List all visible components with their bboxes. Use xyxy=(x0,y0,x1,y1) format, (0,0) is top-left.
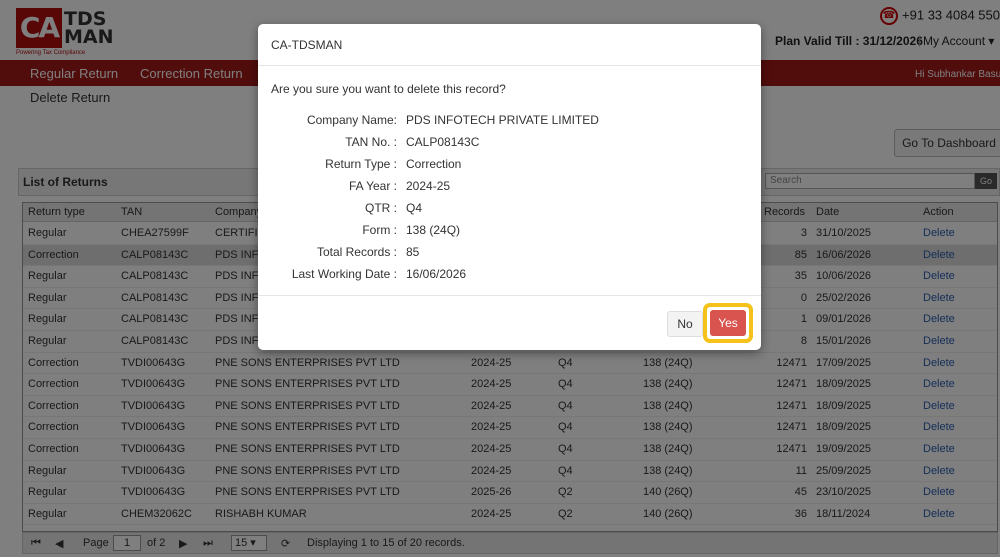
detail-value: 85 xyxy=(406,245,420,259)
dialog-title: CA-TDSMAN xyxy=(271,38,343,52)
no-button[interactable]: No xyxy=(667,311,703,337)
detail-row: FA Year : 2024-25 xyxy=(258,179,761,197)
yes-button[interactable]: Yes xyxy=(710,310,746,336)
detail-value: 16/06/2026 xyxy=(406,267,467,281)
detail-value: Q4 xyxy=(406,201,423,215)
detail-label: Last Working Date : xyxy=(291,267,397,281)
yes-button-highlight: Yes xyxy=(703,303,753,343)
detail-row: Return Type : Correction xyxy=(258,157,761,175)
detail-value: CALP08143C xyxy=(406,135,480,149)
detail-value: Correction xyxy=(406,157,462,171)
detail-value: 2024-25 xyxy=(406,179,451,193)
detail-row: QTR : Q4 xyxy=(258,201,761,219)
detail-label: Form : xyxy=(362,223,397,237)
detail-row: Total Records : 85 xyxy=(258,245,761,263)
delete-confirm-dialog: CA-TDSMAN Are you sure you want to delet… xyxy=(258,24,761,350)
detail-row: Form : 138 (24Q) xyxy=(258,223,761,241)
dialog-question: Are you sure you want to delete this rec… xyxy=(271,82,506,96)
detail-label: Total Records : xyxy=(316,245,397,259)
detail-value: PDS INFOTECH PRIVATE LIMITED xyxy=(406,113,599,127)
detail-label: FA Year : xyxy=(348,179,397,193)
detail-value: 138 (24Q) xyxy=(406,223,461,237)
detail-label: Return Type : xyxy=(325,157,397,171)
detail-label: Company Name: xyxy=(306,113,397,127)
dialog-footer: No Yes xyxy=(258,295,761,350)
dialog-header: CA-TDSMAN xyxy=(258,24,761,66)
detail-row: Last Working Date : 16/06/2026 xyxy=(258,267,761,285)
detail-row: Company Name: PDS INFOTECH PRIVATE LIMITE… xyxy=(258,113,761,131)
detail-label: TAN No. : xyxy=(345,135,397,149)
detail-row: TAN No. : CALP08143C xyxy=(258,135,761,153)
detail-label: QTR : xyxy=(365,201,397,215)
